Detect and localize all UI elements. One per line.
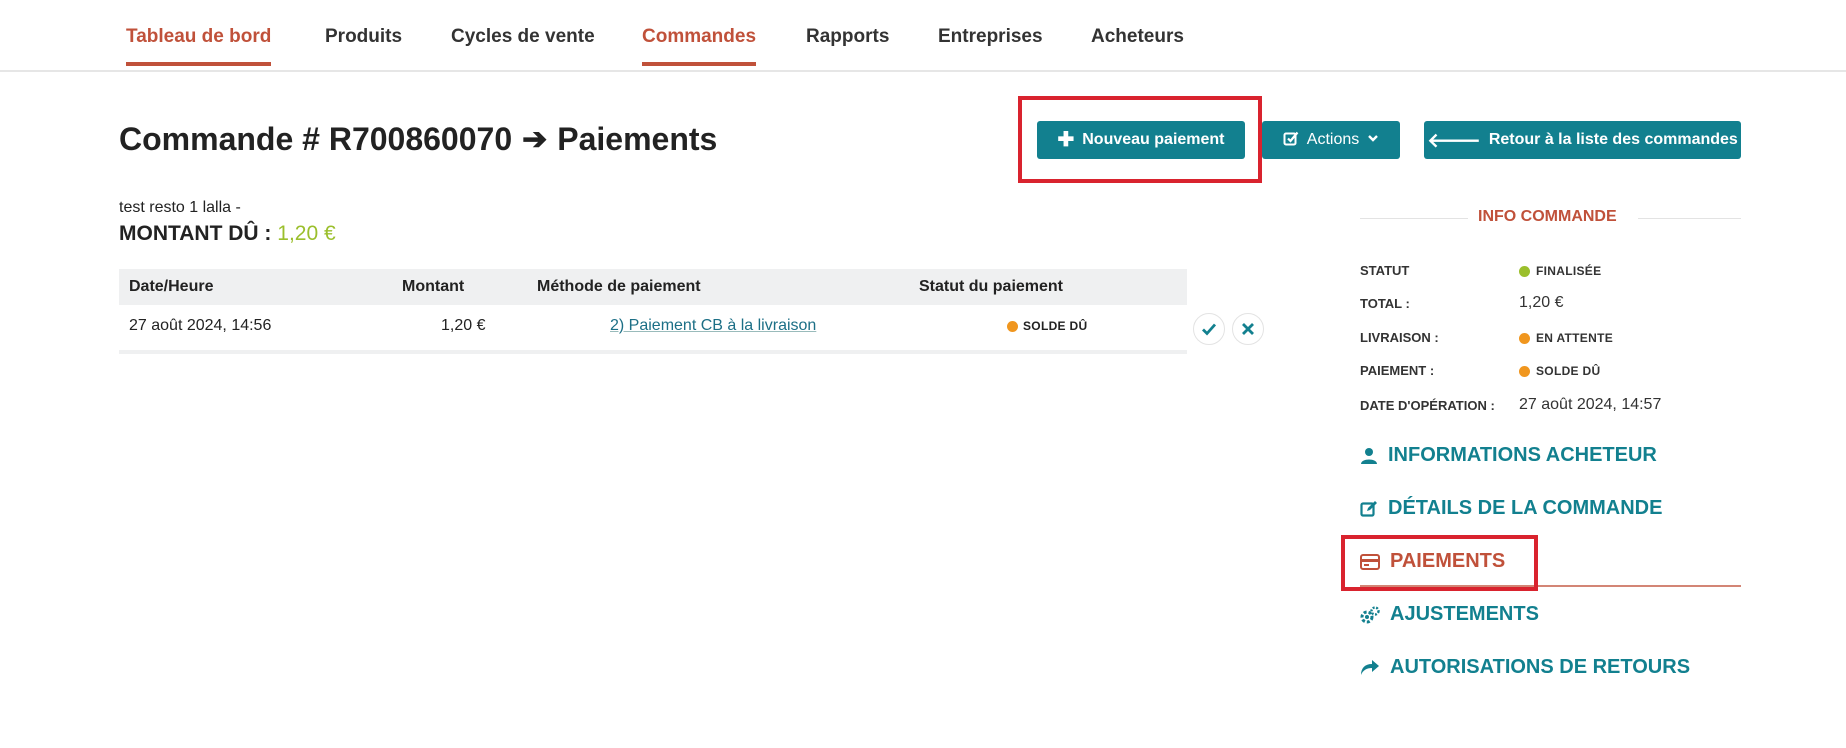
highlight-box-paiements	[1341, 535, 1538, 591]
arrow-right-icon: ➔	[522, 123, 548, 156]
edit-square-icon	[1283, 130, 1299, 151]
info-label-date-operation: DATE D'OPÉRATION :	[1360, 398, 1495, 413]
sidebar-link-autorisations-retours[interactable]: AUTORISATIONS DE RETOURS	[1360, 656, 1690, 679]
user-icon	[1361, 447, 1377, 464]
actions-label: Actions	[1306, 131, 1360, 148]
highlight-box-new-payment	[1018, 96, 1262, 183]
chevron-down-icon	[1367, 131, 1379, 149]
gears-icon	[1360, 605, 1380, 623]
back-to-orders-button[interactable]: 🡐 Retour à la liste des commandes	[1424, 121, 1741, 159]
info-commande-header: INFO COMMANDE	[1360, 208, 1741, 228]
sidebar-link-details-commande[interactable]: DÉTAILS DE LA COMMANDE	[1360, 497, 1662, 520]
share-icon	[1361, 659, 1379, 675]
sidebar-link-informations-acheteur[interactable]: INFORMATIONS ACHETEUR	[1360, 444, 1657, 467]
back-label: Retour à la liste des commandes	[1488, 131, 1738, 148]
nav-tab-produits[interactable]: Produits	[325, 26, 402, 66]
sidebar-link-label: AUTORISATIONS DE RETOURS	[1390, 656, 1691, 678]
divider	[1360, 218, 1468, 219]
nav-tab-tableau-de-bord[interactable]: Tableau de bord	[126, 26, 272, 66]
column-header-status: Statut du paiement	[919, 278, 1064, 295]
info-label-livraison: LIVRAISON :	[1360, 330, 1439, 345]
divider	[1638, 218, 1741, 219]
nav-tab-rapports[interactable]: Rapports	[806, 26, 889, 66]
info-label-total: TOTAL :	[1360, 296, 1410, 311]
sidebar-link-ajustements[interactable]: AJUSTEMENTS	[1360, 603, 1539, 626]
table-header: Date/Heure Montant Méthode de paiement S…	[119, 269, 1187, 305]
cancel-payment-button[interactable]	[1232, 313, 1264, 345]
info-label-paiement: PAIEMENT :	[1360, 363, 1435, 378]
amount-due: MONTANT DÛ : 1,20 €	[119, 222, 336, 246]
payment-method-link[interactable]: 2) Paiement CB à la livraison	[610, 317, 816, 335]
nav-tab-cycles-de-vente[interactable]: Cycles de vente	[451, 26, 595, 66]
customer-name: test resto 1 lalla -	[119, 199, 241, 216]
page-title: Commande # R700860070 ➔ Paiements	[119, 121, 717, 158]
info-value-paiement: SOLDE DÛ	[1519, 364, 1600, 378]
status-dot-icon	[1519, 265, 1530, 277]
column-header-datetime: Date/Heure	[129, 278, 214, 295]
order-number: Commande # R700860070	[119, 121, 513, 157]
sidebar-link-label: INFORMATIONS ACHETEUR	[1388, 444, 1657, 466]
status-dot-icon	[1007, 320, 1018, 332]
amount-due-label: MONTANT DÛ :	[119, 222, 272, 245]
close-icon	[1242, 323, 1254, 335]
nav-tab-entreprises[interactable]: Entreprises	[938, 26, 1043, 66]
table-row: 27 août 2024, 14:56 1,20 € 2) Paiement C…	[119, 305, 1187, 354]
info-label-statut: STATUT	[1360, 263, 1410, 278]
info-value-statut-text: FINALISÉE	[1536, 264, 1602, 278]
column-header-method: Méthode de paiement	[537, 278, 701, 295]
info-value-statut: FINALISÉE	[1519, 264, 1601, 278]
info-value-date-operation: 27 août 2024, 14:57	[1519, 396, 1662, 413]
info-value-total: 1,20 €	[1519, 294, 1564, 311]
column-header-amount: Montant	[402, 278, 465, 295]
arrow-left-icon: 🡐	[1427, 129, 1481, 152]
confirm-payment-button[interactable]	[1193, 313, 1225, 345]
status-dot-icon	[1519, 332, 1530, 344]
check-icon	[1202, 323, 1217, 336]
payment-status-text: SOLDE DÛ	[1023, 319, 1088, 333]
payments-table: Date/Heure Montant Méthode de paiement S…	[119, 269, 1187, 354]
status-dot-icon	[1519, 365, 1530, 377]
info-value-livraison: EN ATTENTE	[1519, 331, 1613, 345]
info-value-paiement-text: SOLDE DÛ	[1536, 364, 1601, 378]
payment-status-badge: SOLDE DÛ	[1007, 319, 1087, 333]
payment-datetime: 27 août 2024, 14:56	[129, 317, 272, 334]
actions-dropdown-button[interactable]: Actions	[1262, 121, 1400, 159]
amount-due-value: 1,20 €	[277, 222, 336, 245]
payment-amount: 1,20 €	[441, 317, 486, 334]
sidebar-link-label: AJUSTEMENTS	[1390, 603, 1539, 625]
edit-icon	[1360, 500, 1377, 517]
section-title: Paiements	[557, 121, 718, 157]
info-commande-title: INFO COMMANDE	[1478, 208, 1617, 225]
nav-tab-commandes[interactable]: Commandes	[642, 26, 757, 66]
info-value-livraison-text: EN ATTENTE	[1536, 331, 1613, 345]
nav-tab-acheteurs[interactable]: Acheteurs	[1091, 26, 1184, 66]
sidebar-link-label: DÉTAILS DE LA COMMANDE	[1388, 497, 1663, 519]
top-navigation: Tableau de bord Produits Cycles de vente…	[0, 0, 1846, 72]
